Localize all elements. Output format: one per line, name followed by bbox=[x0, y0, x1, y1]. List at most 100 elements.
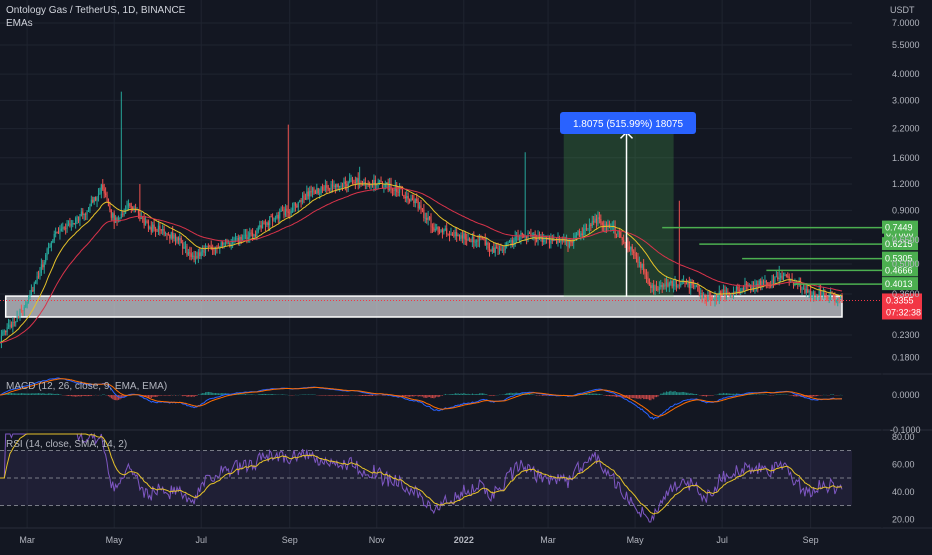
candle-body bbox=[175, 235, 176, 242]
macd-histogram-bar bbox=[338, 395, 339, 396]
candle-body bbox=[583, 229, 584, 235]
candle-body bbox=[242, 239, 243, 240]
candle-body bbox=[313, 188, 314, 191]
macd-histogram-bar bbox=[39, 393, 40, 395]
candle-body bbox=[226, 242, 227, 243]
macd-histogram-bar bbox=[796, 395, 797, 396]
candle-body bbox=[663, 284, 664, 287]
macd-histogram-bar bbox=[368, 395, 369, 396]
macd-histogram-bar bbox=[472, 394, 473, 395]
candle-body bbox=[246, 235, 247, 240]
macd-histogram-bar bbox=[469, 394, 470, 395]
macd-histogram-bar bbox=[111, 395, 112, 398]
candle-body bbox=[176, 237, 177, 241]
macd-histogram-bar bbox=[151, 395, 152, 398]
candle-body bbox=[141, 218, 142, 219]
macd-label[interactable]: MACD (12, 26, close, 9, EMA, EMA) bbox=[6, 381, 167, 392]
candle-body bbox=[559, 238, 560, 242]
candle-body bbox=[579, 231, 580, 237]
candle-body bbox=[677, 285, 678, 287]
candle-body bbox=[65, 228, 66, 229]
candle-body bbox=[283, 211, 284, 215]
candle-body bbox=[229, 243, 230, 246]
candle-body bbox=[302, 195, 303, 201]
macd-histogram-bar bbox=[325, 395, 326, 396]
ema-indicator-label[interactable]: EMAs bbox=[6, 18, 33, 29]
candle-body bbox=[836, 300, 837, 302]
macd-histogram-bar bbox=[366, 395, 367, 396]
candle-body bbox=[780, 276, 781, 278]
candle-body bbox=[318, 188, 319, 193]
candle-body bbox=[739, 290, 740, 292]
candle-body bbox=[279, 212, 280, 219]
candle-body bbox=[375, 180, 376, 186]
candle-body bbox=[285, 209, 286, 216]
candle-body bbox=[119, 218, 120, 219]
candle-body bbox=[468, 238, 469, 240]
candle-body bbox=[428, 217, 429, 220]
time-tick-label: Sep bbox=[282, 535, 298, 545]
candle-body bbox=[476, 241, 477, 242]
macd-histogram-bar bbox=[188, 395, 189, 397]
candle-body bbox=[809, 291, 810, 293]
macd-histogram-bar bbox=[652, 395, 653, 399]
macd-histogram-bar bbox=[476, 394, 477, 395]
candle-body bbox=[833, 295, 834, 296]
candle-body bbox=[269, 216, 270, 225]
macd-histogram-bar bbox=[612, 395, 613, 396]
candle-body bbox=[647, 277, 648, 280]
macd-histogram-bar bbox=[29, 393, 30, 395]
candle-body bbox=[702, 293, 703, 298]
price-chart[interactable]: 0.70000.74490.62150.53050.46660.40130.33… bbox=[0, 0, 932, 550]
candle-body bbox=[209, 246, 210, 247]
candle-body bbox=[336, 184, 337, 187]
candle-body bbox=[693, 285, 694, 287]
candle-body bbox=[420, 205, 421, 208]
candle-body bbox=[823, 293, 824, 296]
macd-histogram-bar bbox=[589, 394, 590, 395]
candle-body bbox=[275, 218, 276, 219]
macd-histogram-bar bbox=[485, 394, 486, 395]
macd-histogram-bar bbox=[438, 395, 439, 397]
macd-histogram-bar bbox=[649, 395, 650, 400]
macd-histogram-bar bbox=[104, 394, 105, 395]
candle-body bbox=[565, 239, 566, 242]
macd-histogram-bar bbox=[406, 395, 407, 396]
macd-histogram-bar bbox=[258, 394, 259, 395]
candle-body bbox=[308, 192, 309, 197]
candle-body bbox=[412, 198, 413, 200]
candle-body bbox=[11, 324, 12, 327]
time-tick-label: Mar bbox=[540, 535, 556, 545]
candle-body bbox=[459, 235, 460, 239]
candle-body bbox=[750, 285, 751, 289]
candle-body bbox=[640, 262, 641, 268]
macd-histogram-bar bbox=[650, 395, 651, 400]
candle-body bbox=[271, 216, 272, 217]
macd-histogram-bar bbox=[426, 395, 427, 398]
candle-body bbox=[112, 213, 113, 217]
candle-body bbox=[456, 232, 457, 236]
candle-body bbox=[449, 234, 450, 235]
candle-body bbox=[469, 238, 470, 241]
candle-body bbox=[547, 239, 548, 240]
candle-body bbox=[342, 186, 343, 187]
candle-body bbox=[643, 264, 644, 272]
macd-histogram-bar bbox=[463, 393, 464, 395]
macd-histogram-bar bbox=[595, 394, 596, 395]
candle-body bbox=[502, 250, 503, 251]
price-tick-label: 4.0000 bbox=[892, 69, 920, 79]
macd-histogram-bar bbox=[590, 394, 591, 395]
macd-histogram-bar bbox=[633, 395, 634, 398]
chart-root[interactable]: 0.70000.74490.62150.53050.46660.40130.33… bbox=[0, 0, 932, 550]
candle-body bbox=[713, 300, 714, 301]
candle-body bbox=[736, 287, 737, 293]
macd-histogram-bar bbox=[676, 392, 677, 395]
candle-body bbox=[22, 310, 23, 311]
rsi-label[interactable]: RSI (14, close, SMA, 14, 2) bbox=[6, 439, 127, 450]
macd-histogram-bar bbox=[512, 393, 513, 395]
macd-histogram-bar bbox=[68, 395, 69, 396]
candle-body bbox=[529, 233, 530, 234]
macd-histogram-bar bbox=[483, 393, 484, 395]
candle-body bbox=[710, 297, 711, 300]
candle-body bbox=[5, 331, 6, 333]
